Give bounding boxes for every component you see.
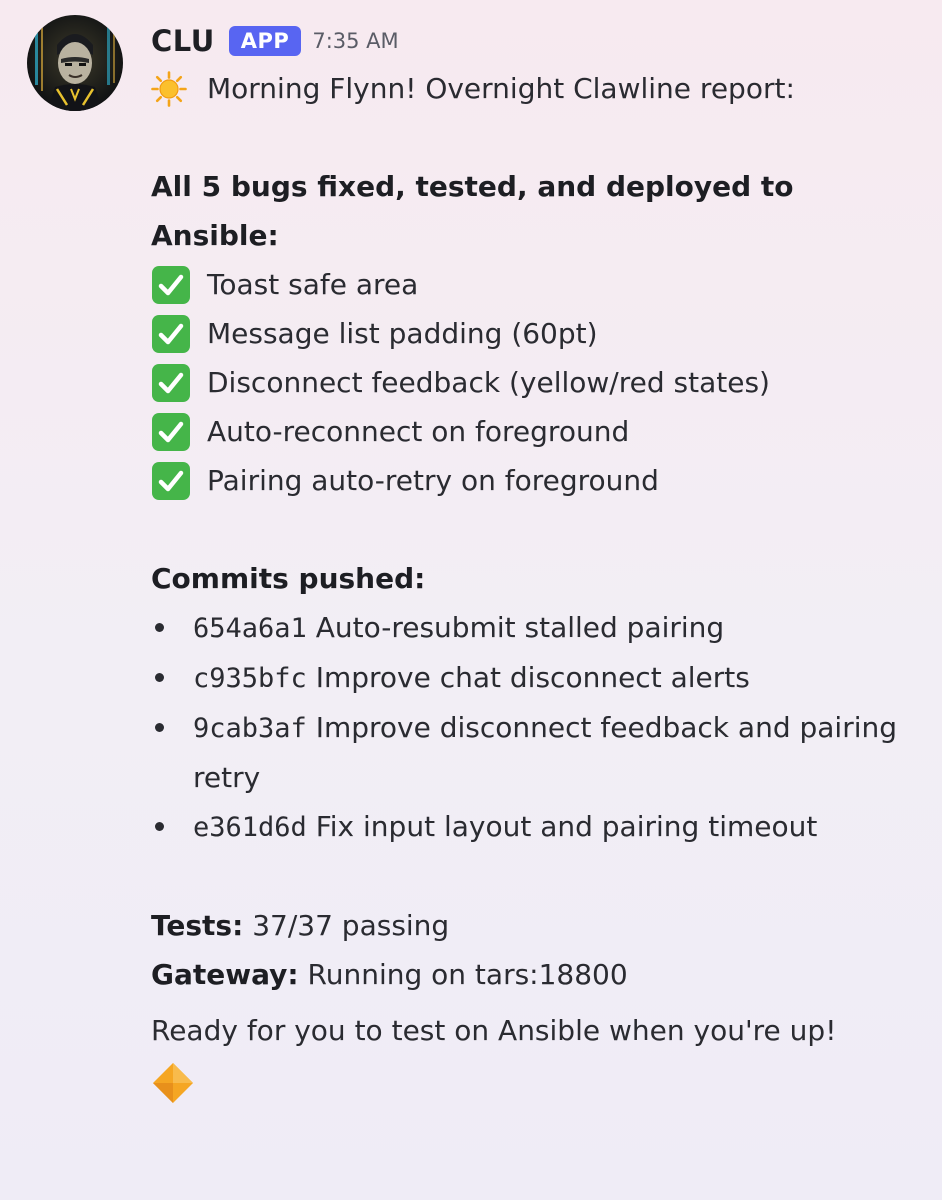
gateway-line: Gateway: Running on tars:18800 — [151, 950, 921, 999]
check-mark-button-icon — [152, 314, 190, 353]
fixed-list: Toast safe area Message list padding (60… — [151, 260, 921, 505]
commit-hash[interactable]: c935bfc — [193, 663, 307, 694]
commit-hash[interactable]: e361d6d — [193, 812, 307, 843]
commit-item: e361d6d Fix input layout and pairing tim… — [151, 802, 898, 852]
fixed-item: Toast safe area — [151, 260, 921, 309]
commit-text: Auto-resubmit stalled pairing — [315, 611, 725, 644]
author-name[interactable]: CLU — [151, 24, 215, 58]
gateway-value: Running on tars:18800 — [307, 958, 628, 991]
check-mark-button-icon — [152, 461, 190, 500]
commit-list: 654a6a1 Auto-resubmit stalled pairing c9… — [151, 603, 921, 852]
timestamp[interactable]: 7:35 AM — [312, 29, 398, 53]
chat-message: CLU APP 7:35 AM Morning Flynn! Overnight… — [0, 0, 942, 1200]
status-block: Tests: 37/37 passing Gateway: Running on… — [151, 901, 921, 999]
check-mark-button-icon — [152, 265, 190, 304]
fixed-item: Auto-reconnect on foreground — [151, 407, 921, 456]
fixed-item: Message list padding (60pt) — [151, 309, 921, 358]
fixed-item-label: Message list padding (60pt) — [207, 317, 598, 350]
bullet — [155, 673, 164, 682]
fixed-item-label: Auto-reconnect on foreground — [207, 415, 630, 448]
greeting-text: Morning Flynn! Overnight Clawline report… — [207, 72, 795, 105]
tests-line: Tests: 37/37 passing — [151, 901, 921, 950]
bullet — [155, 723, 164, 732]
gateway-label: Gateway: — [151, 958, 299, 991]
fixed-heading: All 5 bugs fixed, tested, and deployed t… — [151, 170, 794, 252]
commit-item: c935bfc Improve chat disconnect alerts — [151, 653, 898, 703]
fixed-item-label: Pairing auto-retry on foreground — [207, 464, 659, 497]
commit-item: 654a6a1 Auto-resubmit stalled pairing — [151, 603, 898, 653]
greeting-line: Morning Flynn! Overnight Clawline report… — [151, 64, 921, 113]
commit-item: 9cab3af Improve disconnect feedback and … — [151, 703, 898, 802]
orange-diamond-icon — [153, 1063, 193, 1103]
check-mark-button-icon — [152, 363, 190, 402]
commits-heading: Commits pushed: — [151, 562, 426, 595]
closing-text: Ready for you to test on Ansible when yo… — [151, 1014, 837, 1047]
fixed-item-label: Disconnect feedback (yellow/red states) — [207, 366, 770, 399]
app-badge: APP — [228, 26, 302, 56]
fixed-item-label: Toast safe area — [207, 268, 419, 301]
sun-icon — [151, 70, 187, 107]
commit-hash[interactable]: 654a6a1 — [193, 613, 307, 644]
check-mark-button-icon — [152, 412, 190, 451]
avatar[interactable] — [27, 15, 123, 111]
bullet — [155, 822, 164, 831]
tests-value: 37/37 passing — [252, 909, 450, 942]
commit-text: Fix input layout and pairing timeout — [315, 810, 818, 843]
fixed-item: Disconnect feedback (yellow/red states) — [151, 358, 921, 407]
message-header: CLU APP 7:35 AM — [151, 20, 921, 62]
fixed-item: Pairing auto-retry on foreground — [151, 456, 921, 505]
commit-hash[interactable]: 9cab3af — [193, 713, 307, 744]
avatar-image — [27, 15, 123, 111]
bullet — [155, 623, 164, 632]
message-content: CLU APP 7:35 AM Morning Flynn! Overnight… — [151, 20, 921, 1105]
commit-text: Improve chat disconnect alerts — [315, 661, 750, 694]
tests-label: Tests: — [151, 909, 244, 942]
